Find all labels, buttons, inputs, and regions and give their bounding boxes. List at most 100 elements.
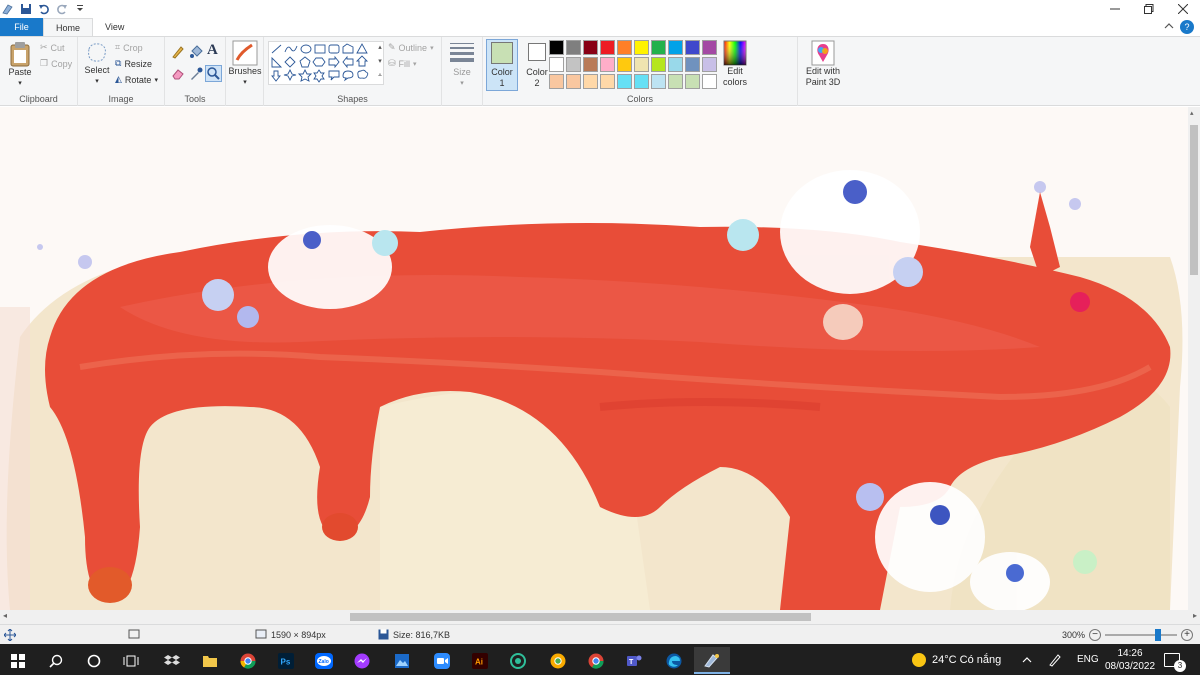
shapes-gallery[interactable] (268, 41, 384, 85)
palette-color-swatch[interactable] (617, 40, 632, 55)
line-shape-icon[interactable] (271, 44, 282, 54)
hexagon-shape-icon[interactable] (312, 57, 326, 67)
collapse-ribbon-icon[interactable] (1164, 22, 1174, 32)
crop-button[interactable]: ⌗ Crop (115, 42, 143, 53)
palette-color-swatch[interactable] (600, 74, 615, 89)
show-hidden-icons[interactable] (1022, 644, 1032, 675)
cortana-button[interactable] (76, 647, 112, 674)
palette-color-swatch[interactable] (566, 40, 581, 55)
paint-taskbar-button[interactable] (694, 647, 730, 674)
fill-button[interactable]: ⛁ Fill ▾ (388, 58, 417, 69)
curve-shape-icon[interactable] (284, 45, 298, 53)
palette-color-swatch[interactable] (634, 74, 649, 89)
eraser-icon[interactable] (171, 67, 185, 81)
right-arrow-shape-icon[interactable] (328, 55, 340, 69)
scroll-up-arrow-icon[interactable]: ▴ (1190, 109, 1194, 117)
tab-home[interactable]: Home (43, 18, 94, 36)
chrome-profile-button[interactable] (578, 647, 614, 674)
chrome-button[interactable] (230, 647, 266, 674)
triangle-shape-icon[interactable] (356, 43, 368, 54)
dropbox-button[interactable] (154, 647, 190, 674)
scroll-right-arrow-icon[interactable]: ▸ (1193, 611, 1197, 620)
five-point-star-shape-icon[interactable] (297, 68, 313, 82)
resize-button[interactable]: ⧉ Resize (115, 58, 152, 69)
help-icon[interactable]: ? (1180, 20, 1194, 34)
cloud-callout-shape-icon[interactable] (357, 69, 369, 79)
redo-icon[interactable] (56, 3, 68, 15)
illustrator-button[interactable]: Ai (462, 647, 498, 674)
palette-color-swatch[interactable] (702, 40, 717, 55)
palette-color-swatch[interactable] (583, 57, 598, 72)
palette-color-swatch[interactable] (702, 74, 717, 89)
palette-color-swatch[interactable] (549, 40, 564, 55)
task-view-button[interactable] (113, 647, 149, 674)
save-icon[interactable] (20, 3, 32, 15)
pencil-icon[interactable] (171, 45, 185, 59)
palette-color-swatch[interactable] (702, 57, 717, 72)
magnifier-button[interactable] (205, 65, 222, 82)
fill-bucket-icon[interactable] (189, 45, 203, 59)
palette-color-swatch[interactable] (685, 57, 700, 72)
rounded-rectangle-shape-icon[interactable] (328, 44, 340, 54)
zoom-out-icon[interactable]: − (1089, 629, 1102, 641)
clock[interactable]: 14:26 08/03/2022 (1103, 644, 1157, 675)
six-point-star-shape-icon[interactable] (313, 69, 325, 83)
palette-color-swatch[interactable] (685, 74, 700, 89)
search-button[interactable] (38, 647, 74, 674)
drawing-canvas[interactable] (0, 107, 1188, 610)
horizontal-scrollbar[interactable]: ◂ ▸ (0, 610, 1200, 624)
scroll-down-icon[interactable]: ▾ (375, 55, 385, 69)
edit-with-paint3d-button[interactable]: Edit with Paint 3D (800, 40, 846, 88)
palette-color-swatch[interactable] (566, 74, 581, 89)
expand-gallery-icon[interactable]: ⩡ (375, 69, 385, 83)
tab-view[interactable]: View (93, 18, 136, 36)
tab-file[interactable]: File (0, 18, 43, 36)
palette-color-swatch[interactable] (617, 57, 632, 72)
vertical-scrollbar[interactable]: ▴ (1188, 107, 1200, 610)
zalo-button[interactable]: Zalo (306, 647, 342, 674)
palette-color-swatch[interactable] (583, 74, 598, 89)
chrome-canary-button[interactable] (540, 647, 576, 674)
palette-color-swatch[interactable] (634, 40, 649, 55)
undo-icon[interactable] (38, 3, 50, 15)
palette-color-swatch[interactable] (617, 74, 632, 89)
scroll-left-arrow-icon[interactable]: ◂ (3, 611, 7, 620)
messenger-button[interactable] (344, 647, 380, 674)
palette-color-swatch[interactable] (566, 57, 581, 72)
start-button[interactable] (0, 647, 36, 674)
rectangular-callout-shape-icon[interactable] (328, 70, 340, 81)
action-center-button[interactable]: 3 (1164, 644, 1186, 675)
oval-shape-icon[interactable] (300, 44, 312, 54)
size-button[interactable]: Size ▾ (446, 41, 478, 89)
zoom-app-button[interactable] (424, 647, 460, 674)
right-triangle-shape-icon[interactable] (271, 56, 283, 68)
four-point-star-shape-icon[interactable] (283, 68, 297, 82)
text-tool-icon[interactable]: A (207, 42, 218, 59)
vertical-scroll-thumb[interactable] (1190, 125, 1198, 275)
shapes-scroll[interactable]: ▴ ▾ ⩡ (375, 41, 385, 85)
left-arrow-shape-icon[interactable] (342, 55, 354, 69)
down-arrow-shape-icon[interactable] (271, 70, 281, 82)
zoom-slider[interactable] (1105, 629, 1178, 641)
weather-widget[interactable]: 24°C Có nắng (912, 644, 1001, 675)
palette-color-swatch[interactable] (668, 57, 683, 72)
up-arrow-shape-icon[interactable] (355, 55, 369, 67)
rectangle-shape-icon[interactable] (314, 44, 326, 54)
palette-color-swatch[interactable] (651, 40, 666, 55)
color-picker-icon[interactable] (189, 67, 203, 81)
paste-button[interactable]: Paste ▾ (4, 41, 36, 89)
file-explorer-button[interactable] (192, 647, 228, 674)
horizontal-scroll-thumb[interactable] (350, 613, 811, 621)
palette-color-swatch[interactable] (600, 57, 615, 72)
edge-button[interactable] (656, 647, 692, 674)
input-language[interactable]: ENG (1077, 644, 1099, 675)
oval-callout-shape-icon[interactable] (342, 70, 354, 82)
palette-color-swatch[interactable] (668, 40, 683, 55)
maximize-button[interactable] (1132, 0, 1166, 18)
customize-qat-icon[interactable] (74, 3, 86, 15)
palette-color-swatch[interactable] (685, 40, 700, 55)
brushes-button[interactable]: Brushes ▾ (228, 40, 262, 88)
teams-button[interactable]: T (616, 647, 652, 674)
palette-color-swatch[interactable] (583, 40, 598, 55)
cut-button[interactable]: ✂ Cut (40, 42, 65, 53)
